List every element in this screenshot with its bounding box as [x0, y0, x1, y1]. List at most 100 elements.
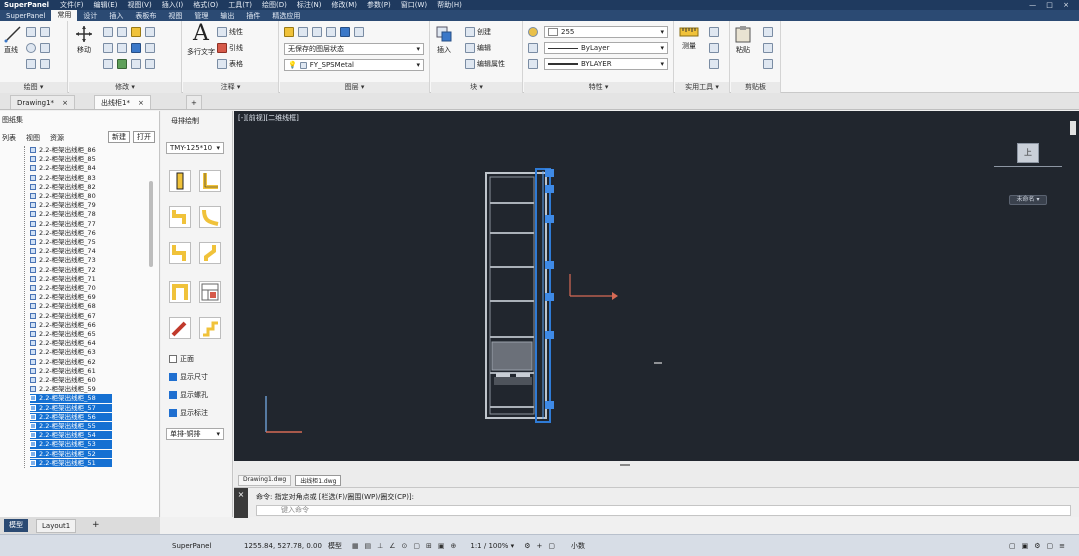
- close-icon[interactable]: ×: [138, 96, 144, 109]
- layer-lock-icon[interactable]: [354, 27, 364, 37]
- sheet-tree-item[interactable]: 2.2-柜架出线柜_68: [30, 302, 112, 310]
- layout-tab-layout1[interactable]: Layout1: [36, 519, 77, 533]
- layer-state-select[interactable]: 无保存的图层状态 ▾: [284, 43, 424, 55]
- match-properties-icon[interactable]: [528, 27, 538, 37]
- ribbon-tab-board[interactable]: 表板布: [129, 11, 162, 21]
- sheet-tree-item[interactable]: 2.2-柜架出线柜_55: [30, 422, 112, 431]
- new-tab-button[interactable]: +: [186, 95, 202, 109]
- join-icon[interactable]: [145, 59, 155, 69]
- offset-icon[interactable]: [131, 59, 141, 69]
- sheet-tree-item[interactable]: 2.2-柜架出线柜_80: [30, 192, 112, 200]
- sheet-tree-item[interactable]: 2.2-柜架出线柜_78: [30, 210, 112, 218]
- scale-icon[interactable]: [103, 59, 113, 69]
- sheet-tree-item[interactable]: 2.2-柜架出线柜_64: [30, 339, 112, 347]
- table-button[interactable]: 表格: [217, 59, 243, 69]
- option-show-holes[interactable]: 显示螺孔: [169, 390, 208, 400]
- sheet-tree-item[interactable]: 2.2-柜架出线柜_82: [30, 183, 112, 191]
- sheet-tree-item[interactable]: 2.2-柜架出线柜_57: [30, 403, 112, 412]
- layer-iso-icon[interactable]: [298, 27, 308, 37]
- menu-edit[interactable]: 编辑(E): [89, 0, 123, 10]
- ribbon-tab-output[interactable]: 输出: [214, 11, 240, 21]
- sheet-tree-item[interactable]: 2.2-柜架出线柜_63: [30, 348, 112, 356]
- line-button[interactable]: 直线: [4, 25, 22, 55]
- tree-scrollbar[interactable]: [149, 181, 153, 267]
- ribbon-tab-home[interactable]: 常用: [51, 10, 78, 21]
- checkbox-checked[interactable]: [169, 373, 177, 381]
- close-icon[interactable]: ×: [62, 96, 68, 109]
- sheet-tree-item[interactable]: 2.2-柜架出线柜_52: [30, 449, 112, 458]
- sheet-tree-item[interactable]: 2.2-柜架出线柜_76: [30, 229, 112, 237]
- layer-off-icon[interactable]: [312, 27, 322, 37]
- menu-param[interactable]: 参数(P): [362, 0, 396, 10]
- menu-format[interactable]: 格式(O): [188, 0, 223, 10]
- quick-select-icon[interactable]: [709, 27, 719, 37]
- explode-icon[interactable]: [131, 43, 141, 53]
- command-input[interactable]: 键入命令: [256, 505, 1071, 516]
- edit-block-button[interactable]: 编辑: [465, 43, 491, 53]
- insert-block-button[interactable]: 插入: [435, 25, 453, 55]
- menu-modify[interactable]: 修改(M): [327, 0, 363, 10]
- sheet-tree-item[interactable]: 2.2-柜架出线柜_56: [30, 412, 112, 421]
- erase-icon[interactable]: [131, 27, 141, 37]
- model-tab-cabinet[interactable]: 出线柜1.dwg: [295, 475, 342, 486]
- cabinet-drawing[interactable]: [234, 111, 1079, 461]
- busbar-u-tile[interactable]: [169, 281, 191, 303]
- busbar-draw-tile[interactable]: [169, 317, 191, 339]
- mirror-icon[interactable]: [103, 43, 113, 53]
- sheet-tree-item[interactable]: 2.2-柜架出线柜_74: [30, 247, 112, 255]
- array-icon[interactable]: [117, 59, 127, 69]
- close-icon[interactable]: ×: [234, 488, 248, 518]
- busbar-curve-tile[interactable]: [199, 206, 221, 228]
- layer-select[interactable]: 💡 FY_SPSMetal ▾: [284, 59, 424, 71]
- sheet-tree-item[interactable]: 2.2-柜架出线柜_58: [30, 394, 112, 403]
- linetype-select[interactable]: ByLayer ▾: [544, 42, 668, 54]
- sheet-tree-item[interactable]: 2.2-柜架出线柜_86: [30, 146, 112, 154]
- layout-tab-model[interactable]: 模型: [4, 519, 28, 532]
- window-controls[interactable]: — □ ×: [1029, 1, 1079, 9]
- sheet-tree-item[interactable]: 2.2-柜架出线柜_60: [30, 376, 112, 384]
- menu-view[interactable]: 视图(V): [122, 0, 156, 10]
- sheet-tree-item[interactable]: 2.2-柜架出线柜_54: [30, 431, 112, 440]
- sheet-tab-resource[interactable]: 资源: [50, 133, 64, 143]
- arc-icon[interactable]: [26, 59, 36, 69]
- sheet-tree-item[interactable]: 2.2-柜架出线柜_59: [30, 385, 112, 393]
- sheet-tree-item[interactable]: 2.2-柜架出线柜_66: [30, 321, 112, 329]
- busbar-mode-select[interactable]: 单排-铜排 ▾: [166, 428, 224, 440]
- doc-tab-drawing1[interactable]: Drawing1* ×: [10, 95, 75, 109]
- busbar-z-tile[interactable]: [169, 206, 191, 228]
- calculator-icon[interactable]: [709, 59, 719, 69]
- circle-icon[interactable]: [26, 43, 36, 53]
- resize-handle[interactable]: [620, 464, 630, 466]
- new-sheet-button[interactable]: 新建: [108, 131, 130, 143]
- sheet-tree-item[interactable]: 2.2-柜架出线柜_84: [30, 164, 112, 172]
- rectangle-icon[interactable]: [40, 27, 50, 37]
- match-clip-icon[interactable]: [763, 59, 773, 69]
- ribbon-tab-view[interactable]: 视图: [162, 11, 188, 21]
- busbar-spec-select[interactable]: TMY-125*10 ▾: [166, 142, 224, 154]
- region-icon[interactable]: [40, 59, 50, 69]
- edit-attr-button[interactable]: 编辑属性: [465, 59, 505, 69]
- sheet-tree-item[interactable]: 2.2-柜架出线柜_53: [30, 440, 112, 449]
- sheet-tree-item[interactable]: 2.2-柜架出线柜_65: [30, 330, 112, 338]
- menu-file[interactable]: 文件(F): [55, 0, 89, 10]
- status-mode[interactable]: 模型: [328, 541, 342, 551]
- rotate-icon[interactable]: [103, 27, 113, 37]
- sheet-tree-item[interactable]: 2.2-柜架出线柜_83: [30, 174, 112, 182]
- menu-dimension[interactable]: 标注(N): [292, 0, 327, 10]
- measure-button[interactable]: 测量: [679, 25, 699, 51]
- mtext-button[interactable]: A 多行文字: [187, 23, 215, 57]
- cut-icon[interactable]: [763, 27, 773, 37]
- sheet-tab-view[interactable]: 视图: [26, 133, 40, 143]
- model-tab-drawing1[interactable]: Drawing1.dwg: [238, 475, 292, 486]
- sheet-tree-item[interactable]: 2.2-柜架出线柜_73: [30, 256, 112, 264]
- sheet-tree-item[interactable]: 2.2-柜架出线柜_72: [30, 266, 112, 274]
- drawing-canvas[interactable]: [-][前视][二维线框] 上 未命名 ▾: [234, 111, 1079, 461]
- ribbon-tab-apps[interactable]: 精选应用: [266, 11, 306, 21]
- busbar-zigzag-tile[interactable]: [199, 317, 221, 339]
- menu-draw[interactable]: 绘图(D): [257, 0, 292, 10]
- busbar-bend-tile[interactable]: [199, 242, 221, 264]
- sheet-tree-item[interactable]: 2.2-柜架出线柜_71: [30, 275, 112, 283]
- status-units[interactable]: 小数: [571, 541, 585, 551]
- ribbon-tab-plugins[interactable]: 插件: [240, 11, 266, 21]
- status-scale[interactable]: 1:1 / 100% ▾: [470, 542, 514, 550]
